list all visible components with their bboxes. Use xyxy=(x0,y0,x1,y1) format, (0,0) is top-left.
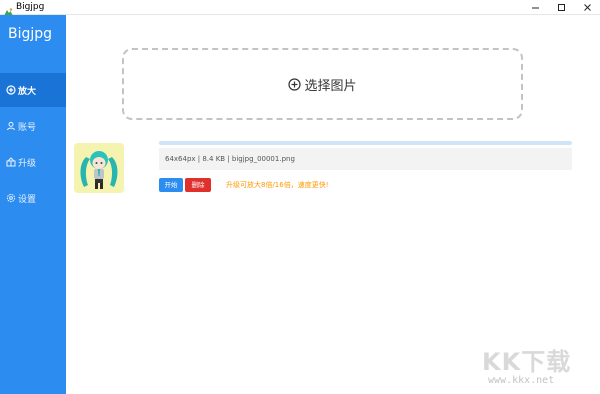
sidebar-item-upgrade[interactable]: 升级 xyxy=(0,145,66,179)
main-panel: 选择图片 64x64px | 8.4 KB | bigjpg_00001.png… xyxy=(66,15,600,394)
sidebar-item-label: 设置 xyxy=(18,194,37,205)
window-title: Bigjpg xyxy=(16,2,45,12)
plus-circle-icon xyxy=(6,85,16,95)
sidebar: Bigjpg 放大 账号 升级 设置 xyxy=(0,15,66,394)
start-button[interactable]: 开始 xyxy=(159,178,183,192)
watermark-logo: KK下载 xyxy=(482,348,572,376)
gear-icon xyxy=(6,193,16,203)
progress-bar xyxy=(159,141,572,145)
sidebar-item-label: 放大 xyxy=(18,86,37,97)
delete-button[interactable]: 删除 xyxy=(185,178,211,192)
maximize-button[interactable] xyxy=(548,0,574,15)
select-image-dropzone[interactable]: 选择图片 xyxy=(122,48,523,120)
image-thumbnail xyxy=(74,143,124,193)
close-button[interactable] xyxy=(574,0,600,15)
upgrade-icon xyxy=(6,157,16,167)
sidebar-item-settings[interactable]: 设置 xyxy=(0,181,66,215)
file-info: 64x64px | 8.4 KB | bigjpg_00001.png xyxy=(159,148,572,170)
select-image-label: 选择图片 xyxy=(304,78,357,94)
watermark: KK下载 www.kkx.net xyxy=(476,340,600,394)
minimize-button[interactable] xyxy=(522,0,548,15)
sidebar-item-label: 升级 xyxy=(18,158,37,169)
brand-title: Bigjpg xyxy=(8,26,53,42)
app-logo-icon xyxy=(3,2,14,16)
title-bar: Bigjpg xyxy=(0,0,600,16)
upgrade-hint[interactable]: 升级可放大8倍/16倍，速度更快! xyxy=(226,178,329,192)
watermark-url: www.kkx.net xyxy=(488,375,555,386)
plus-circle-icon xyxy=(288,77,302,91)
user-icon xyxy=(6,121,16,131)
sidebar-item-enlarge[interactable]: 放大 xyxy=(0,73,66,107)
sidebar-item-label: 账号 xyxy=(18,122,37,133)
sidebar-item-account[interactable]: 账号 xyxy=(0,109,66,143)
